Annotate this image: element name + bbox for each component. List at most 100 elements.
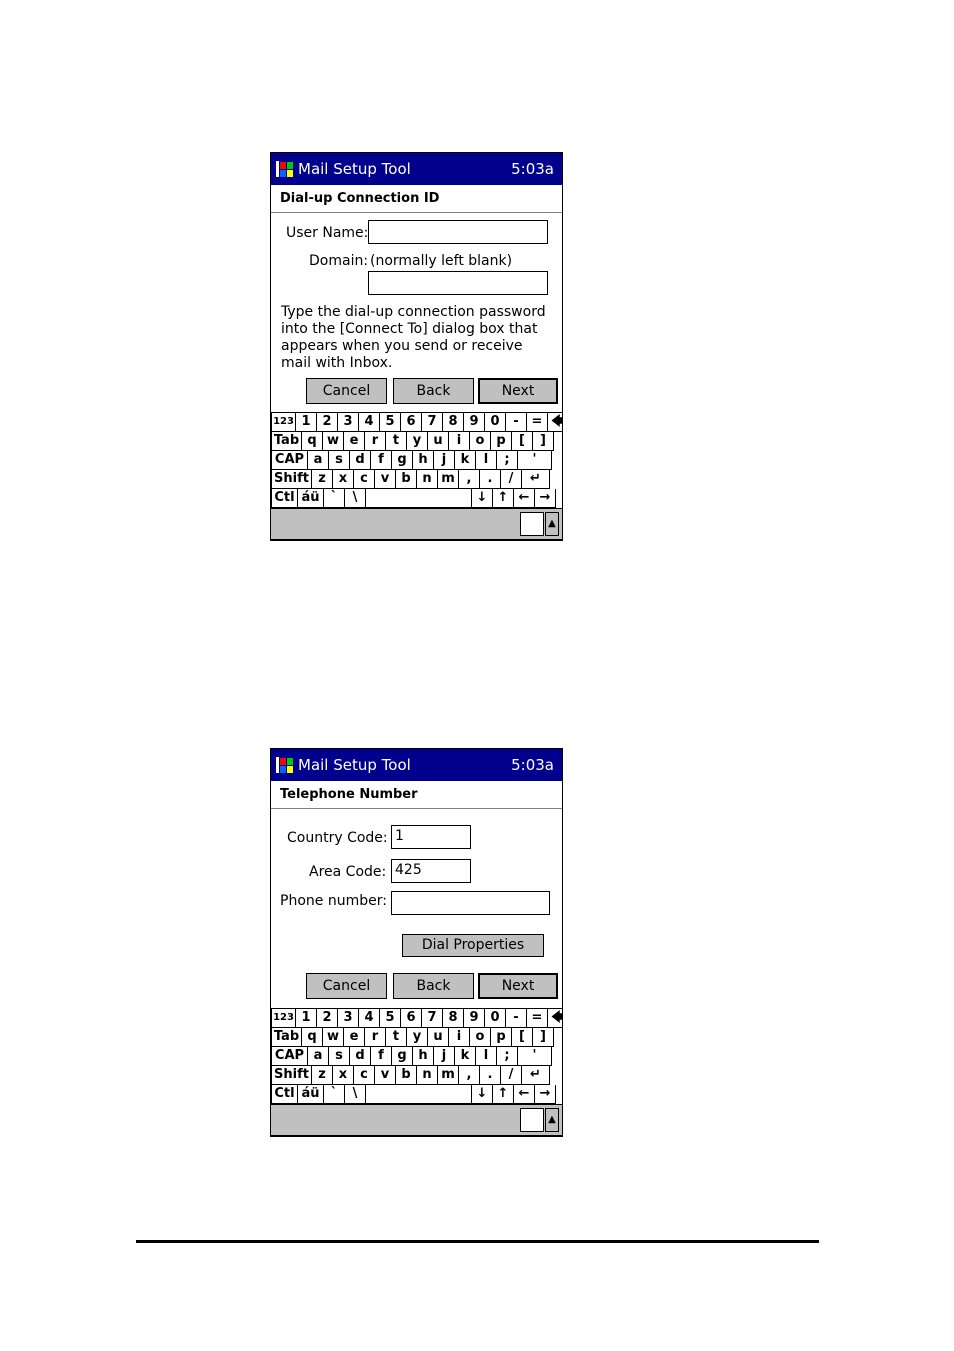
windows-flag-icon[interactable]: [276, 756, 294, 774]
key[interactable]: →: [535, 1085, 556, 1104]
key[interactable]: 1: [296, 1009, 317, 1028]
key[interactable]: q: [302, 1028, 323, 1047]
key[interactable]: d: [350, 451, 371, 470]
key[interactable]: z: [312, 470, 333, 489]
domain-field[interactable]: [368, 271, 548, 295]
phone-number-field[interactable]: [391, 891, 550, 915]
key[interactable]: Tab: [271, 1028, 302, 1047]
key[interactable]: a: [308, 1047, 329, 1066]
key[interactable]: 7: [422, 1009, 443, 1028]
key[interactable]: o: [470, 432, 491, 451]
key[interactable]: 5: [380, 1009, 401, 1028]
triangle-up-icon[interactable]: ▲: [545, 1108, 559, 1132]
key[interactable]: c: [354, 470, 375, 489]
key[interactable]: y: [407, 1028, 428, 1047]
key[interactable]: i: [449, 1028, 470, 1047]
key[interactable]: 3: [338, 1009, 359, 1028]
key[interactable]: r: [365, 432, 386, 451]
key[interactable]: ]: [533, 432, 554, 451]
key[interactable]: =: [527, 413, 548, 432]
area-code-field[interactable]: 425: [391, 859, 471, 883]
key[interactable]: -: [506, 413, 527, 432]
key[interactable]: 0: [485, 1009, 506, 1028]
key[interactable]: ,: [459, 470, 480, 489]
key[interactable]: 6: [401, 1009, 422, 1028]
key[interactable]: o: [470, 1028, 491, 1047]
key[interactable]: f: [371, 1047, 392, 1066]
key[interactable]: 5: [380, 413, 401, 432]
key[interactable]: ': [518, 1047, 552, 1066]
key[interactable]: m: [438, 1066, 459, 1085]
key-space[interactable]: [366, 489, 472, 508]
key[interactable]: k: [455, 451, 476, 470]
key[interactable]: 2: [317, 1009, 338, 1028]
key[interactable]: ↑: [493, 1085, 514, 1104]
key[interactable]: ↵: [522, 1066, 550, 1085]
key[interactable]: r: [365, 1028, 386, 1047]
key[interactable]: ]: [533, 1028, 554, 1047]
key[interactable]: i: [449, 432, 470, 451]
cancel-button[interactable]: Cancel: [306, 378, 387, 404]
key[interactable]: v: [375, 1066, 396, 1085]
key[interactable]: ;: [497, 1047, 518, 1066]
key[interactable]: áü: [298, 1085, 324, 1104]
user-name-field[interactable]: [368, 220, 548, 244]
key[interactable]: [: [512, 1028, 533, 1047]
key[interactable]: =: [527, 1009, 548, 1028]
key[interactable]: n: [417, 1066, 438, 1085]
key[interactable]: a: [308, 451, 329, 470]
key[interactable]: s: [329, 451, 350, 470]
key[interactable]: 9: [464, 413, 485, 432]
key[interactable]: -: [506, 1009, 527, 1028]
key[interactable]: ↓: [472, 489, 493, 508]
keyboard-icon[interactable]: [520, 512, 544, 536]
key[interactable]: 9: [464, 1009, 485, 1028]
key[interactable]: w: [323, 432, 344, 451]
key[interactable]: \: [345, 489, 366, 508]
key[interactable]: 🡄: [548, 1009, 562, 1028]
key[interactable]: /: [501, 1066, 522, 1085]
key[interactable]: g: [392, 1047, 413, 1066]
key[interactable]: k: [455, 1047, 476, 1066]
key[interactable]: 1: [296, 413, 317, 432]
back-button[interactable]: Back: [393, 973, 474, 999]
key[interactable]: Ctl: [271, 489, 298, 508]
key[interactable]: 6: [401, 413, 422, 432]
key[interactable]: j: [434, 451, 455, 470]
windows-flag-icon[interactable]: [276, 160, 294, 178]
key[interactable]: `: [324, 1085, 345, 1104]
key[interactable]: CAP: [271, 1047, 308, 1066]
key[interactable]: ←: [514, 489, 535, 508]
key[interactable]: m: [438, 470, 459, 489]
key[interactable]: p: [491, 1028, 512, 1047]
keyboard-icon[interactable]: [520, 1108, 544, 1132]
key[interactable]: ←: [514, 1085, 535, 1104]
key[interactable]: `: [324, 489, 345, 508]
key[interactable]: Ctl: [271, 1085, 298, 1104]
dial-properties-button[interactable]: Dial Properties: [402, 934, 544, 957]
key[interactable]: ,: [459, 1066, 480, 1085]
key[interactable]: áü: [298, 489, 324, 508]
key[interactable]: u: [428, 1028, 449, 1047]
key[interactable]: j: [434, 1047, 455, 1066]
clock[interactable]: 5:03a: [511, 160, 554, 178]
key[interactable]: 123: [271, 413, 296, 432]
key[interactable]: e: [344, 432, 365, 451]
next-button[interactable]: Next: [478, 378, 558, 404]
key[interactable]: ;: [497, 451, 518, 470]
key[interactable]: Shift: [271, 1066, 312, 1085]
key[interactable]: y: [407, 432, 428, 451]
key[interactable]: l: [476, 451, 497, 470]
key[interactable]: ↓: [472, 1085, 493, 1104]
key[interactable]: 7: [422, 413, 443, 432]
key[interactable]: 3: [338, 413, 359, 432]
key[interactable]: 0: [485, 413, 506, 432]
key[interactable]: \: [345, 1085, 366, 1104]
key[interactable]: h: [413, 1047, 434, 1066]
key[interactable]: 4: [359, 1009, 380, 1028]
key[interactable]: /: [501, 470, 522, 489]
cancel-button[interactable]: Cancel: [306, 973, 387, 999]
key[interactable]: 🡄: [548, 413, 562, 432]
key[interactable]: q: [302, 432, 323, 451]
key[interactable]: .: [480, 1066, 501, 1085]
